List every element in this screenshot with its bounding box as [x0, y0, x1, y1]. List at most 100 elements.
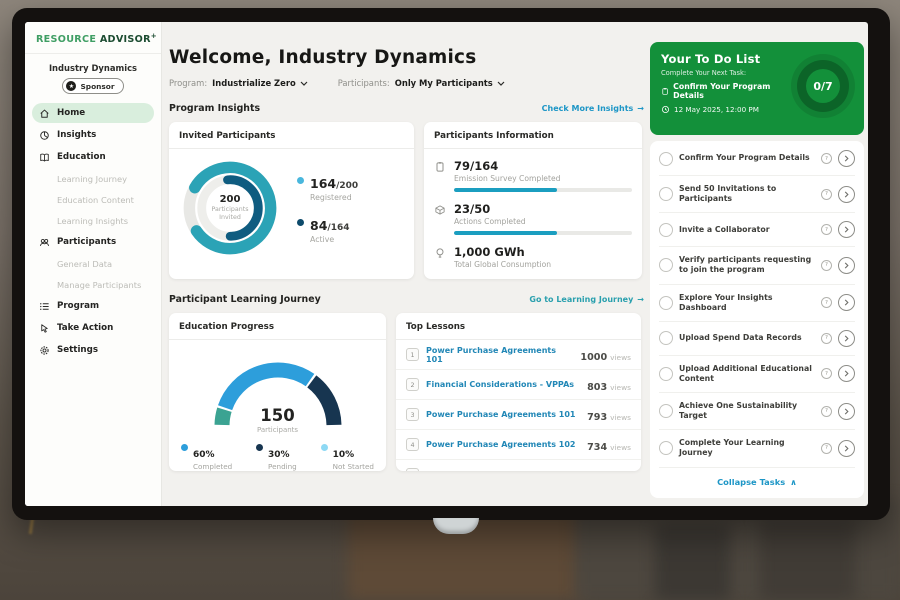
task-checkbox[interactable]	[659, 441, 673, 455]
task-checkbox[interactable]	[659, 223, 673, 237]
donut-legend: 164/200 Registered 84/164 Active	[297, 173, 358, 244]
check-more-insights-link[interactable]: Check More Insights→	[542, 104, 644, 113]
survey-icon	[434, 161, 446, 173]
sidebar-item-general-data[interactable]: General Data	[32, 254, 154, 273]
sidebar-item-education[interactable]: Education	[32, 147, 154, 167]
task-open-button[interactable]	[838, 221, 855, 238]
task-open-button[interactable]	[838, 150, 855, 167]
task-open-button[interactable]	[838, 257, 855, 274]
legend-dot	[297, 177, 304, 184]
arrow-right-icon: →	[637, 295, 644, 304]
org-name: Industry Dynamics	[25, 63, 161, 73]
lesson-row: 3 Power Purchase Agreements 101 793views	[396, 400, 641, 430]
task-checkbox[interactable]	[659, 331, 673, 345]
legend-item-completed: 60% Completed	[181, 442, 232, 471]
info-icon[interactable]: ?	[821, 260, 832, 271]
chevron-right-icon	[844, 335, 849, 342]
lesson-link[interactable]: Power Purchase Agreements 101	[426, 346, 573, 364]
app-window: RESOURCE ADVISOR+ Industry Dynamics ★ Sp…	[25, 22, 868, 506]
task-list-card: Confirm Your Program Details ? Send 50 I…	[650, 141, 864, 498]
chevron-right-icon	[844, 370, 849, 377]
background-furniture	[760, 520, 855, 600]
task-checkbox[interactable]	[659, 187, 673, 201]
legend-dot	[297, 219, 304, 226]
chevron-right-icon	[844, 191, 849, 198]
progress-track	[454, 231, 632, 235]
lesson-row: 4 Power Purchase Agreements 102 734views	[396, 430, 641, 460]
task-checkbox[interactable]	[659, 258, 673, 272]
program-filter-dropdown[interactable]: Industrialize Zero	[212, 78, 308, 88]
sidebar-item-home[interactable]: Home	[32, 103, 154, 123]
task-open-button[interactable]	[838, 403, 855, 420]
task-checkbox[interactable]	[659, 296, 673, 310]
chevron-up-icon: ∧	[790, 477, 797, 487]
info-icon[interactable]: ?	[821, 224, 832, 235]
sidebar-item-manage-participants[interactable]: Manage Participants	[32, 275, 154, 294]
sidebar-item-take-action[interactable]: Take Action	[32, 318, 154, 338]
participants-icon	[39, 237, 50, 248]
task-open-button[interactable]	[838, 294, 855, 311]
gauge-center: 150 Participants	[198, 406, 358, 434]
task-row: Invite a Collaborator ?	[659, 213, 855, 247]
settings-icon	[39, 345, 50, 356]
sidebar-item-education-content[interactable]: Education Content	[32, 190, 154, 209]
lesson-link[interactable]: Power Purchase Agreements 101	[426, 410, 580, 419]
task-open-button[interactable]	[838, 186, 855, 203]
chevron-down-icon	[497, 81, 505, 86]
todo-header-card: Your To Do List Complete Your Next Task:…	[650, 42, 864, 135]
task-row: Send 50 Invitations to Participants ?	[659, 176, 855, 213]
arrow-right-icon: →	[637, 104, 644, 113]
monitor-bezel: RESOURCE ADVISOR+ Industry Dynamics ★ Sp…	[12, 8, 890, 520]
collapse-tasks-link[interactable]: Collapse Tasks ∧	[659, 468, 855, 497]
legend-item-registered: 164/200 Registered	[297, 173, 358, 202]
background-furniture	[655, 525, 730, 600]
chevron-down-icon	[300, 81, 308, 86]
stat-global-consumption: 1,000 GWh Total Global Consumption	[434, 245, 632, 269]
sidebar-item-insights[interactable]: Insights	[32, 125, 154, 145]
info-icon[interactable]: ?	[821, 333, 832, 344]
info-icon[interactable]: ?	[821, 189, 832, 200]
task-checkbox[interactable]	[659, 367, 673, 381]
card-title: Participants Information	[424, 122, 642, 149]
task-checkbox[interactable]	[659, 152, 673, 166]
info-icon[interactable]: ?	[821, 153, 832, 164]
invited-participants-card: Invited Participants 200 Participants In…	[169, 122, 414, 279]
sidebar-item-label: Participants	[57, 237, 116, 247]
sidebar: RESOURCE ADVISOR+ Industry Dynamics ★ Sp…	[25, 22, 162, 506]
info-icon[interactable]: ?	[821, 368, 832, 379]
task-checkbox[interactable]	[659, 404, 673, 418]
todo-subtitle: Complete Your Next Task:	[661, 69, 791, 77]
card-title: Education Progress	[169, 313, 386, 340]
task-open-button[interactable]	[838, 365, 855, 382]
lesson-row: 1 Power Purchase Agreements 101 1000view…	[396, 340, 641, 370]
sidebar-nav: Home Insights Education Learning Journey…	[25, 103, 161, 360]
info-icon[interactable]: ?	[821, 297, 832, 308]
clock-icon	[661, 105, 670, 114]
todo-progress-count: 0/7	[806, 69, 840, 103]
participants-filter-dropdown[interactable]: Only My Participants	[395, 78, 505, 88]
lesson-link[interactable]: Power Purchase Agreements 103	[426, 470, 580, 471]
participants-information-card: Participants Information 79/164 Emission…	[424, 122, 642, 279]
task-row: Explore Your Insights Dashboard ?	[659, 285, 855, 322]
sidebar-item-learning-journey[interactable]: Learning Journey	[32, 169, 154, 188]
progress-fill	[454, 188, 557, 192]
sidebar-item-label: Take Action	[57, 323, 113, 333]
sidebar-item-program[interactable]: Program	[32, 296, 154, 316]
info-icon[interactable]: ?	[821, 443, 832, 454]
task-open-button[interactable]	[838, 440, 855, 457]
rank-badge: 3	[406, 408, 419, 421]
sidebar-item-participants[interactable]: Participants	[32, 232, 154, 252]
lesson-row: 5 Power Purchase Agreements 103 600views	[396, 460, 641, 471]
desk-scene: RESOURCE ADVISOR+ Industry Dynamics ★ Sp…	[0, 0, 900, 600]
lesson-link[interactable]: Power Purchase Agreements 102	[426, 440, 580, 449]
task-row: Verify participants requesting to join t…	[659, 247, 855, 284]
task-open-button[interactable]	[838, 330, 855, 347]
recent-news-card: Recent News	[650, 506, 864, 507]
sidebar-item-settings[interactable]: Settings	[32, 340, 154, 360]
take-action-icon	[39, 323, 50, 334]
go-to-learning-journey-link[interactable]: Go to Learning Journey→	[529, 295, 644, 304]
sidebar-item-learning-insights[interactable]: Learning Insights	[32, 211, 154, 230]
info-icon[interactable]: ?	[821, 406, 832, 417]
lesson-link[interactable]: Financial Considerations - VPPAs	[426, 380, 580, 389]
program-filter-label: Program:	[169, 78, 207, 88]
